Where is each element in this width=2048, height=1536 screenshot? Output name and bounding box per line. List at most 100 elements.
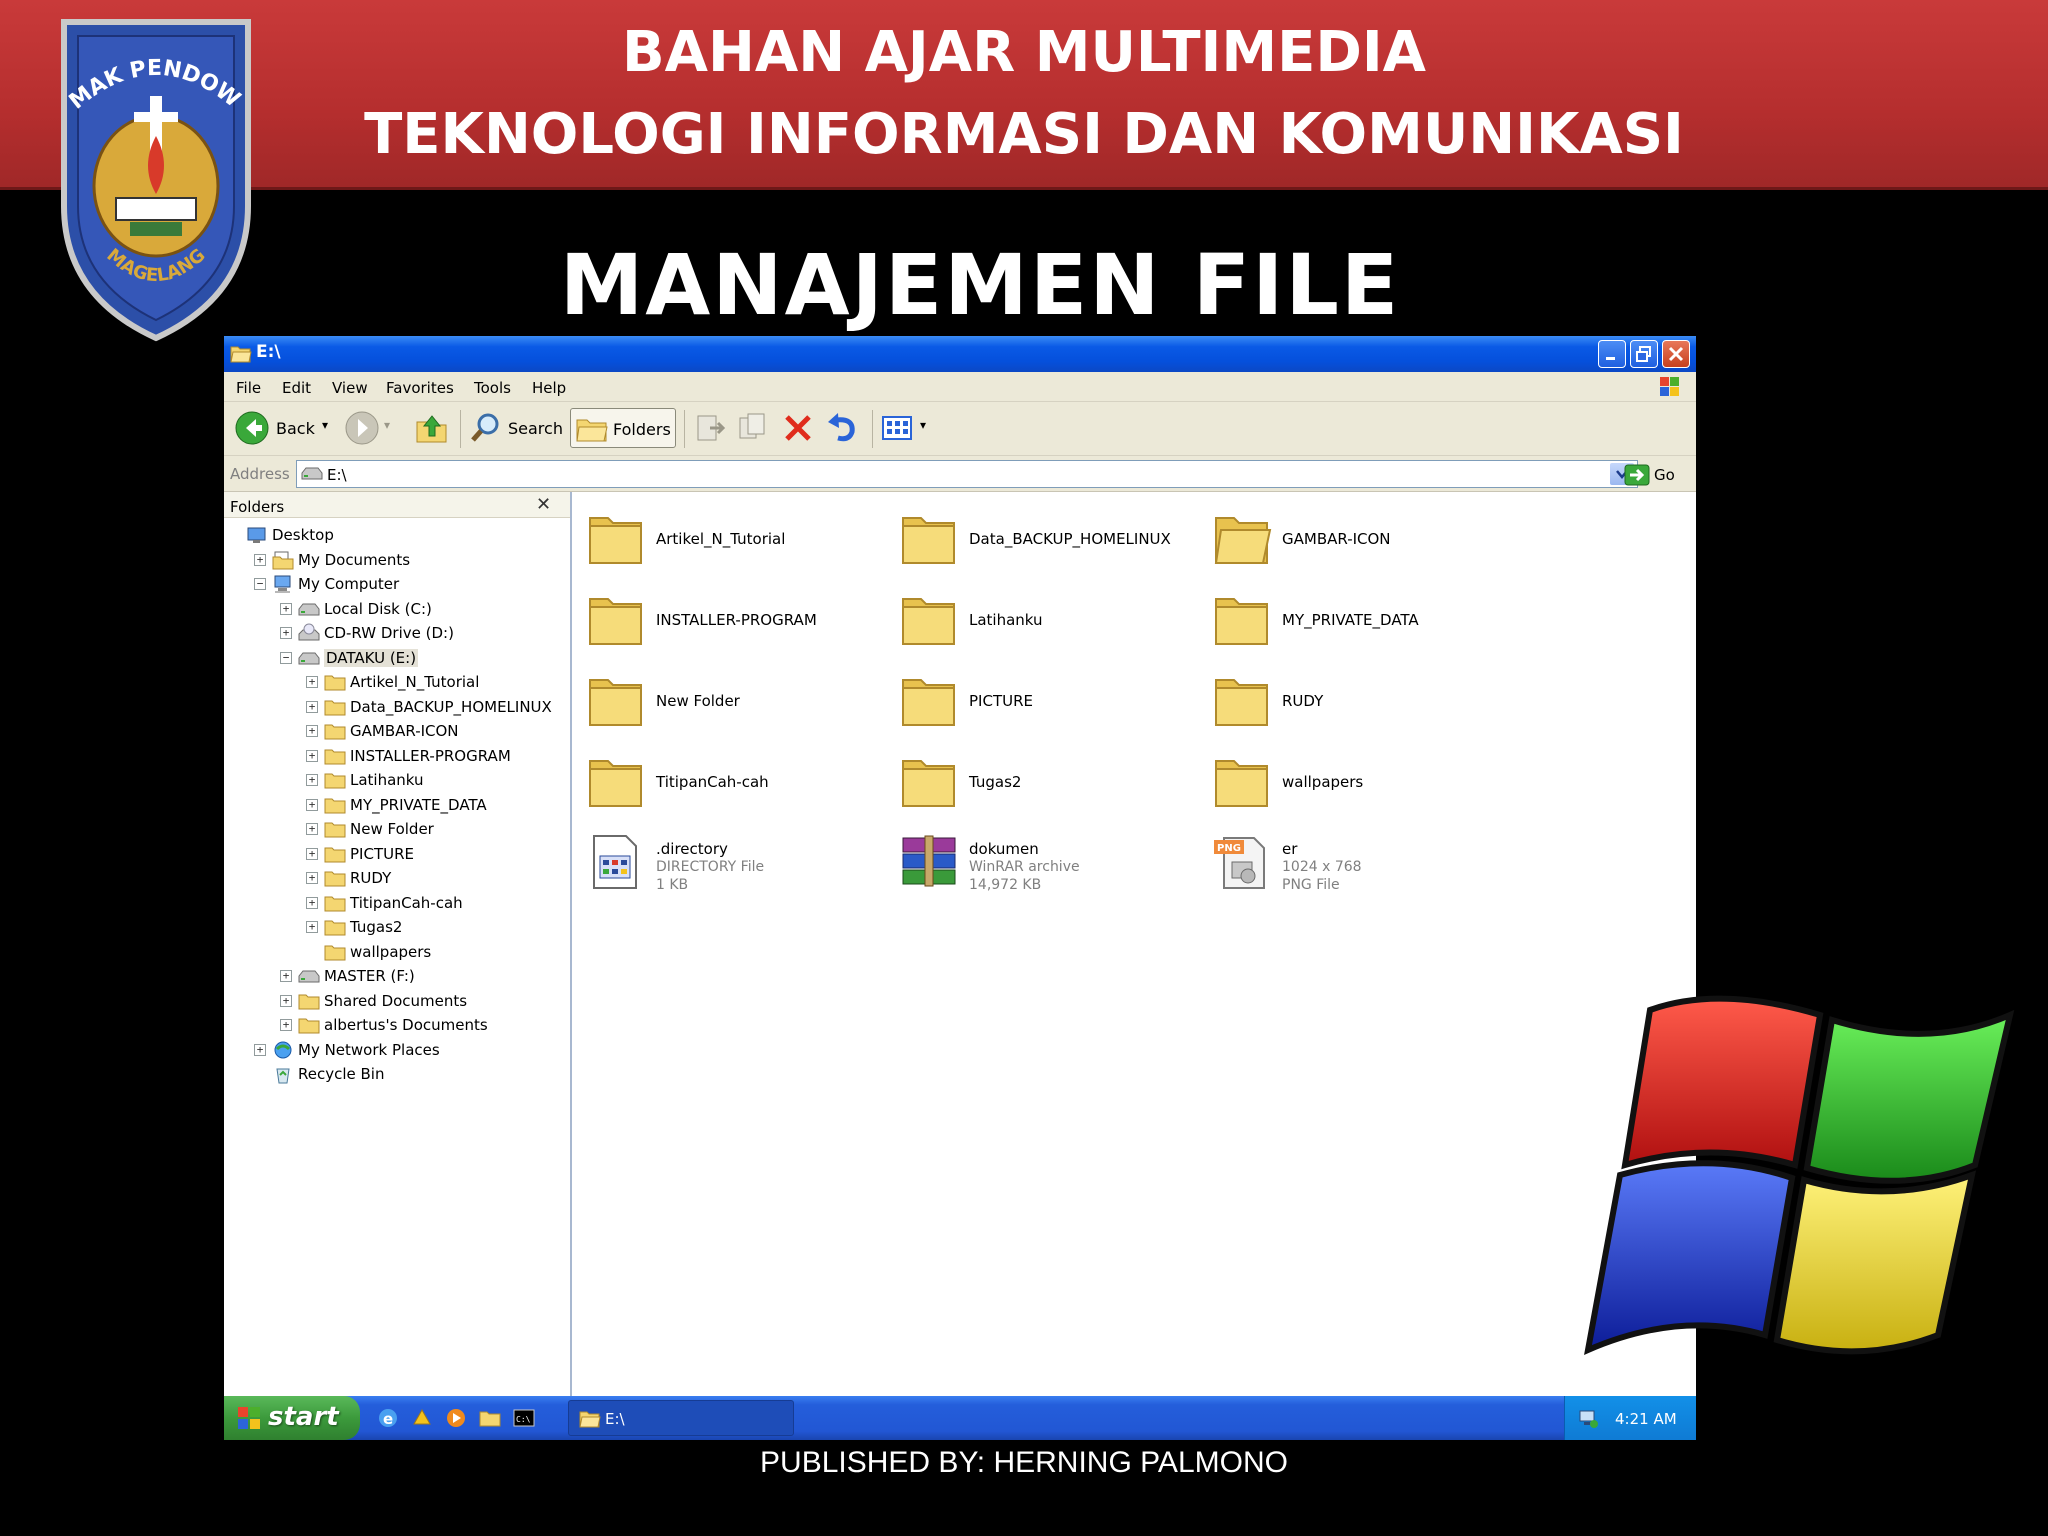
expand-icon[interactable]: + <box>254 553 266 566</box>
tree-item-label: wallpapers <box>350 942 432 961</box>
my-computer-icon <box>274 575 291 593</box>
file-item[interactable]: .directory DIRECTORY File 1 KB <box>586 832 886 902</box>
folder-icon <box>324 871 346 887</box>
command-prompt-icon[interactable]: C:\ <box>512 1406 536 1430</box>
views-dropdown-icon[interactable]: ▾ <box>920 418 926 432</box>
file-list-view: Artikel_N_Tutorial Data_BACKUP_HOMELINUX G… <box>574 492 1696 1396</box>
quick-launch-app-icon[interactable] <box>410 1406 434 1430</box>
collapse-icon[interactable]: − <box>280 651 292 664</box>
menu-edit[interactable]: Edit <box>282 379 311 397</box>
restore-button[interactable] <box>1630 340 1658 368</box>
close-icon[interactable]: ✕ <box>536 494 551 515</box>
folder-item[interactable]: INSTALLER-PROGRAM <box>586 589 886 659</box>
item-name: dokumen <box>969 840 1039 858</box>
views-button[interactable]: ▾ <box>880 408 934 448</box>
search-button[interactable]: Search <box>468 408 563 448</box>
go-arrow-icon[interactable] <box>1624 464 1650 486</box>
folder-item[interactable]: TitipanCah-cah <box>586 751 886 821</box>
move-to-button[interactable] <box>692 408 732 448</box>
folder-item[interactable]: Latihanku <box>899 589 1199 659</box>
media-player-icon[interactable] <box>444 1406 468 1430</box>
folder-icon <box>324 896 346 911</box>
expand-icon[interactable]: + <box>280 602 292 615</box>
folder-item[interactable]: Data_BACKUP_HOMELINUX <box>899 508 1199 578</box>
my-documents-icon <box>272 551 294 569</box>
expand-icon[interactable]: + <box>254 1043 266 1056</box>
back-arrow-icon <box>235 411 269 445</box>
tree-item-label: DATAKU (E:) <box>324 648 419 667</box>
expand-icon[interactable]: + <box>306 798 318 811</box>
expand-icon[interactable]: + <box>306 847 318 860</box>
folder-item[interactable]: GAMBAR-ICON <box>1212 508 1512 578</box>
menu-tools[interactable]: Tools <box>474 379 511 397</box>
folder-item[interactable]: RUDY <box>1212 670 1512 740</box>
address-bar: Address E:\ Go <box>224 456 1696 492</box>
folders-button[interactable]: Folders <box>570 408 676 448</box>
go-button[interactable]: Go <box>1654 466 1675 484</box>
expand-icon[interactable]: + <box>306 700 318 713</box>
address-input[interactable]: E:\ <box>296 460 1638 488</box>
expand-icon[interactable]: + <box>306 725 318 737</box>
item-name: Tugas2 <box>969 773 1022 791</box>
start-button[interactable]: start <box>224 1396 360 1440</box>
folder-icon <box>589 598 642 645</box>
undo-button[interactable] <box>824 408 864 448</box>
file-item[interactable]: PNG er 1024 x 768 PNG File <box>1212 832 1512 902</box>
back-button[interactable]: Back ▾ <box>234 408 334 448</box>
folder-icon <box>298 994 320 1009</box>
taskbar-window-button[interactable]: E:\ <box>568 1400 794 1436</box>
expand-icon[interactable]: + <box>280 994 292 1007</box>
expand-icon[interactable]: + <box>306 872 318 884</box>
folder-item[interactable]: Tugas2 <box>899 751 1199 821</box>
collapse-icon[interactable]: − <box>254 578 266 590</box>
expand-icon[interactable]: + <box>280 1019 292 1031</box>
tree-item-label: Local Disk (C:) <box>324 599 432 618</box>
expand-icon[interactable]: + <box>280 627 292 639</box>
copy-to-button[interactable] <box>736 408 776 448</box>
menu-file[interactable]: File <box>236 379 261 397</box>
expand-icon[interactable]: + <box>280 970 292 982</box>
menu-help[interactable]: Help <box>532 379 566 397</box>
folder-icon <box>324 675 346 691</box>
folder-icon <box>324 945 346 960</box>
forward-button[interactable]: ▾ <box>344 408 400 448</box>
clock[interactable]: 4:21 AM <box>1615 1410 1677 1428</box>
network-tray-icon[interactable] <box>1577 1407 1599 1429</box>
internet-explorer-icon[interactable]: e <box>376 1406 400 1430</box>
taskbar: start e C:\ E:\ 4:21 AM <box>224 1396 1696 1440</box>
expand-icon[interactable]: + <box>306 676 318 688</box>
expand-icon[interactable]: + <box>306 823 318 835</box>
expand-icon[interactable]: + <box>306 921 318 933</box>
forward-arrow-icon <box>345 411 379 445</box>
tree-item-label: Data_BACKUP_HOMELINUX <box>350 697 552 716</box>
minimize-button[interactable] <box>1598 340 1626 368</box>
menu-view[interactable]: View <box>332 379 368 397</box>
tree-item-label: Latihanku <box>350 771 424 789</box>
back-dropdown-icon[interactable]: ▾ <box>322 418 328 432</box>
expand-icon[interactable]: + <box>306 896 318 909</box>
folder-icon <box>324 700 346 715</box>
forward-dropdown-icon[interactable]: ▾ <box>384 418 390 432</box>
menu-favorites[interactable]: Favorites <box>386 379 454 397</box>
folder-item[interactable]: PICTURE <box>899 670 1199 740</box>
delete-button[interactable] <box>780 408 820 448</box>
title-bar[interactable]: E:\ <box>224 336 1696 372</box>
item-detail: 1 KB <box>656 877 689 893</box>
expand-icon[interactable]: + <box>306 774 318 786</box>
up-folder-button[interactable] <box>414 408 454 448</box>
folders-icon <box>576 419 608 442</box>
folder-icon[interactable] <box>478 1406 502 1430</box>
tree-item-label: Tugas2 <box>350 918 403 936</box>
folder-item[interactable]: Artikel_N_Tutorial <box>586 508 886 578</box>
item-name: New Folder <box>656 692 740 710</box>
file-item[interactable]: dokumen WinRAR archive 14,972 KB <box>899 832 1199 902</box>
folder-item[interactable]: wallpapers <box>1212 751 1512 821</box>
cd-drive-icon <box>298 623 320 641</box>
folder-item[interactable]: New Folder <box>586 670 886 740</box>
close-button[interactable] <box>1662 340 1690 368</box>
item-type: 1024 x 768 <box>1282 859 1362 875</box>
winrar-archive-icon <box>902 835 956 887</box>
png-file-icon: PNG <box>1214 837 1265 889</box>
expand-icon[interactable]: + <box>306 749 318 762</box>
folder-item[interactable]: MY_PRIVATE_DATA <box>1212 589 1512 659</box>
